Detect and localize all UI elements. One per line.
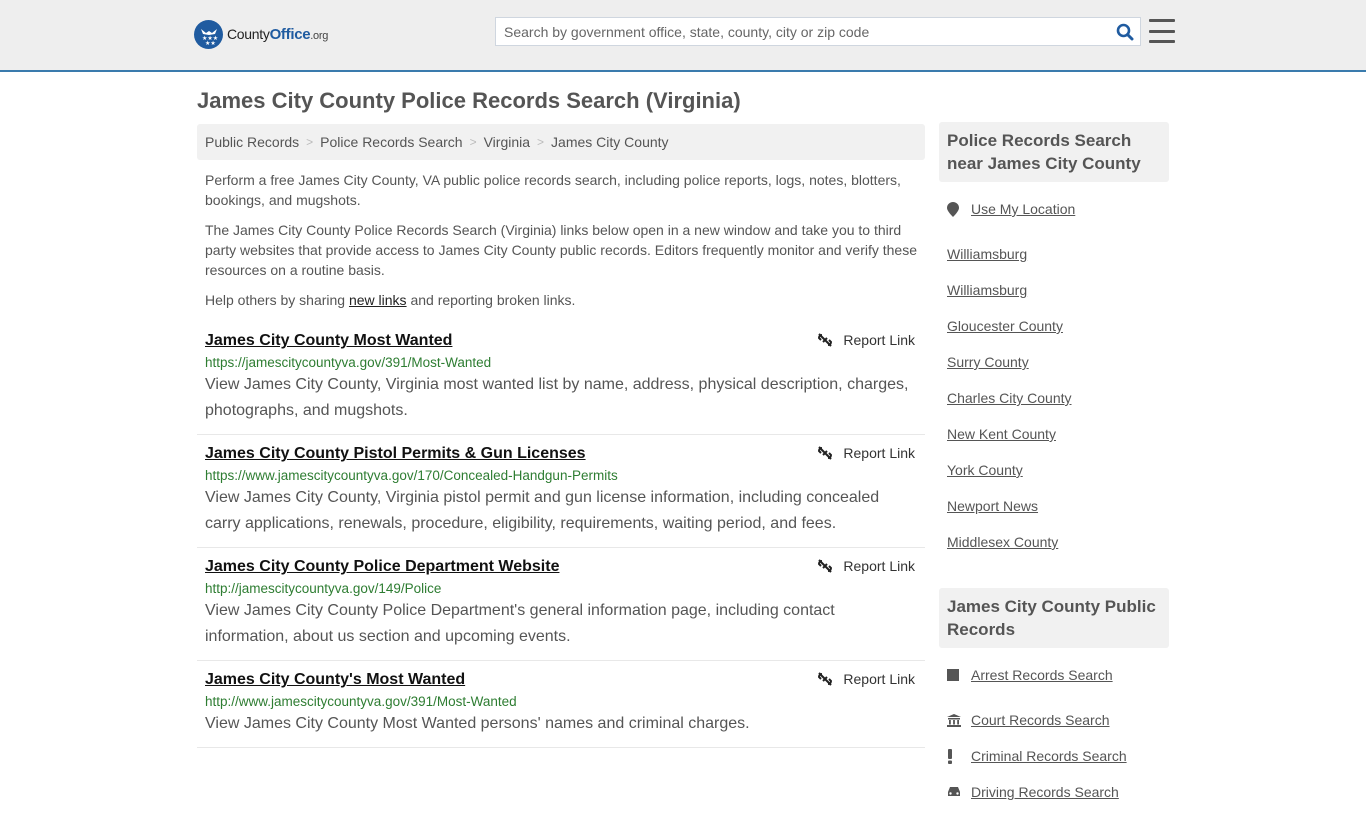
result-url[interactable]: https://www.jamescitycountyva.gov/170/Co…: [205, 468, 917, 483]
report-link-button[interactable]: Report Link: [817, 445, 915, 461]
page-title: James City County Police Records Search …: [197, 88, 741, 113]
nearby-link-newport-news[interactable]: Newport News: [947, 498, 1038, 514]
search-button[interactable]: [1110, 18, 1140, 45]
logo-wordmark: CountyOffice.org: [227, 26, 329, 43]
result-item: James City County's Most Wanted Report L…: [197, 661, 925, 748]
report-link-button[interactable]: Report Link: [817, 671, 915, 687]
nearby-link-gloucester-county[interactable]: Gloucester County: [947, 318, 1063, 334]
sidebar: Police Records Search near James City Co…: [939, 122, 1169, 818]
intro-paragraph-2: The James City County Police Records Sea…: [205, 222, 917, 278]
map-pin-icon: [947, 201, 971, 217]
use-my-location-item: Use My Location: [947, 200, 1161, 218]
nearby-item: Gloucester County: [947, 308, 1161, 344]
nearby-link-williamsburg[interactable]: Williamsburg: [947, 282, 1027, 298]
breadcrumb: Public Records > Police Records Search >…: [197, 124, 925, 160]
nearby-link-charles-city-county[interactable]: Charles City County: [947, 390, 1072, 406]
intro-paragraph-1: Perform a free James City County, VA pub…: [205, 172, 901, 208]
nearby-link-middlesex-county[interactable]: Middlesex County: [947, 534, 1058, 550]
new-links-link[interactable]: new links: [349, 292, 407, 308]
nearby-link-williamsburg[interactable]: Williamsburg: [947, 246, 1027, 262]
arrest-records-search-link[interactable]: Arrest Records Search: [971, 667, 1113, 683]
driving-records-search-link[interactable]: Driving Records Search: [971, 784, 1119, 800]
nearby-item: York County: [947, 452, 1161, 488]
intro-paragraph-3: Help others by sharing new links and rep…: [205, 292, 576, 308]
car-icon: [947, 786, 971, 798]
result-item: James City County Police Department Webs…: [197, 548, 925, 661]
search-bar: [495, 17, 1141, 46]
hamburger-menu-button[interactable]: [1149, 19, 1175, 43]
result-description: View James City County Police Department…: [205, 602, 835, 645]
nearby-item: Charles City County: [947, 380, 1161, 416]
courthouse-icon: [947, 713, 971, 727]
result-title-link[interactable]: James City County Police Department Webs…: [205, 558, 559, 576]
public-records-item: Criminal Records Search: [947, 738, 1161, 774]
breadcrumb-james-city-county[interactable]: James City County: [551, 134, 668, 150]
court-records-search-link[interactable]: Court Records Search: [971, 712, 1110, 728]
nearby-heading: Police Records Search near James City Co…: [939, 122, 1169, 182]
eagle-stars-logo-icon: ★★★ ★★: [194, 20, 223, 49]
intro-text: Perform a free James City County, VA pub…: [205, 170, 921, 320]
breadcrumb-separator: >: [306, 135, 314, 149]
nearby-item: Surry County: [947, 344, 1161, 380]
result-item: James City County Most Wanted Report Lin…: [197, 322, 925, 435]
broken-link-icon: [818, 559, 833, 573]
public-records-heading: James City County Public Records: [939, 588, 1169, 648]
result-title-link[interactable]: James City County Pistol Permits & Gun L…: [205, 445, 586, 463]
nearby-link-new-kent-county[interactable]: New Kent County: [947, 426, 1056, 442]
result-url[interactable]: https://jamescitycountyva.gov/391/Most-W…: [205, 355, 917, 370]
public-records-item: Arrest Records Search: [947, 666, 1161, 684]
site-header: ★★★ ★★ CountyOffice.org: [0, 0, 1366, 72]
site-logo[interactable]: ★★★ ★★ CountyOffice.org: [194, 20, 328, 49]
breadcrumb-separator: >: [537, 135, 545, 149]
breadcrumb-police-records-search[interactable]: Police Records Search: [320, 134, 462, 150]
result-description: View James City County, Virginia most wa…: [205, 376, 909, 419]
nearby-item: Newport News: [947, 488, 1161, 524]
nearby-link-york-county[interactable]: York County: [947, 462, 1023, 478]
breadcrumb-public-records[interactable]: Public Records: [205, 134, 299, 150]
breadcrumb-separator: >: [469, 135, 477, 149]
square-icon: [947, 669, 971, 681]
public-records-item: Court Records Search: [947, 702, 1161, 738]
nearby-item: Williamsburg: [947, 236, 1161, 272]
result-title-link[interactable]: James City County's Most Wanted: [205, 671, 465, 689]
nearby-item: Middlesex County: [947, 524, 1161, 560]
public-records-item: Driving Records Search: [947, 774, 1161, 810]
nearby-list: Use My Location Williamsburg Williamsbur…: [939, 182, 1169, 568]
criminal-records-search-link[interactable]: Criminal Records Search: [971, 748, 1127, 764]
result-description: View James City County Most Wanted perso…: [205, 715, 750, 732]
nearby-link-surry-county[interactable]: Surry County: [947, 354, 1029, 370]
report-link-button[interactable]: Report Link: [817, 332, 915, 348]
broken-link-icon: [818, 446, 833, 460]
svg-text:★★: ★★: [205, 40, 216, 46]
public-records-list: Arrest Records Search Court Records Sear…: [939, 648, 1169, 818]
search-input[interactable]: [496, 18, 1110, 45]
report-link-button[interactable]: Report Link: [817, 558, 915, 574]
result-title-link[interactable]: James City County Most Wanted: [205, 332, 452, 350]
exclamation-icon: [947, 748, 971, 764]
use-my-location-link[interactable]: Use My Location: [971, 201, 1075, 217]
breadcrumb-virginia[interactable]: Virginia: [484, 134, 530, 150]
nearby-item: New Kent County: [947, 416, 1161, 452]
hamburger-menu-icon: [1149, 19, 1175, 22]
broken-link-icon: [818, 672, 833, 686]
result-url[interactable]: http://jamescitycountyva.gov/149/Police: [205, 581, 917, 596]
result-item: James City County Pistol Permits & Gun L…: [197, 435, 925, 548]
nearby-item: Williamsburg: [947, 272, 1161, 308]
result-url[interactable]: http://www.jamescitycountyva.gov/391/Mos…: [205, 694, 917, 709]
search-icon: [1116, 23, 1134, 40]
result-description: View James City County, Virginia pistol …: [205, 489, 880, 532]
broken-link-icon: [818, 333, 833, 347]
results-list: James City County Most Wanted Report Lin…: [197, 322, 925, 748]
